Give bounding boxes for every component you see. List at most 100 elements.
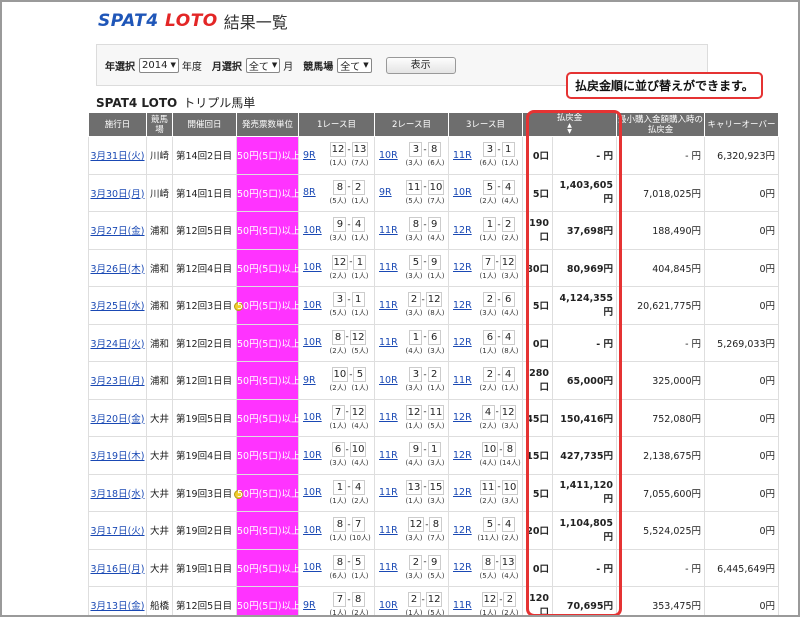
popularity-second: (1人)	[351, 571, 369, 580]
race-link[interactable]: 12R	[453, 337, 475, 348]
unit-cell: 50円(5口)以上	[236, 361, 301, 400]
dash: -	[499, 444, 503, 455]
race-r3-cell: 11R 2-4 (2人) (1人)	[448, 361, 523, 400]
race-link[interactable]: 9R	[303, 375, 325, 386]
sort-icon[interactable]: ▲ ▼	[567, 123, 572, 135]
race-link[interactable]: 11R	[379, 225, 401, 236]
race-r1-cell: 10R 3-1 (5人) (1人)	[298, 286, 375, 325]
horse-number-second: 8	[503, 442, 517, 458]
header-payout-sort[interactable]: 払戻金 ▲ ▼	[521, 112, 618, 137]
date-link[interactable]: 3月16日(月)	[90, 564, 144, 575]
table-row: 3月25日(水) 浦和 第12回3日目 50円(5口)以上 10R 3-1 (5人) (1人)…	[88, 286, 780, 325]
held-cell: 第19回3日目	[172, 473, 244, 512]
race-link[interactable]: 10R	[303, 487, 325, 498]
min-purchase-payout-cell: - 円	[616, 136, 706, 175]
race-link[interactable]: 9R	[303, 150, 325, 161]
unit-cell: 50円(5口)以上	[236, 323, 301, 362]
popularity-first: (3人)	[329, 459, 347, 468]
race-link[interactable]: 12R	[453, 300, 475, 311]
race-link[interactable]: 10R	[453, 187, 475, 198]
horse-number-second: 5	[353, 367, 367, 383]
venue-cell: 大井	[146, 398, 173, 437]
held-text: 第19回3日目	[176, 488, 233, 500]
popularity-first: (1人)	[329, 159, 347, 168]
payout-cell: 80,969円	[551, 248, 618, 287]
race-link[interactable]: 10R	[379, 600, 401, 611]
race-r2-cell: 10R 3-2 (3人) (1人)	[374, 361, 449, 400]
date-link[interactable]: 3月18日(水)	[90, 489, 144, 500]
popularity-second: (5人)	[351, 346, 369, 355]
date-link[interactable]: 3月13日(金)	[90, 601, 144, 612]
race-link[interactable]: 12R	[453, 487, 475, 498]
date-link[interactable]: 3月20日(金)	[90, 414, 144, 425]
popularity-first: (5人)	[329, 309, 347, 318]
race-link[interactable]: 11R	[379, 262, 401, 273]
race-link[interactable]: 11R	[379, 525, 401, 536]
race-link[interactable]: 10R	[303, 525, 325, 536]
popularity-first: (1人)	[405, 496, 423, 505]
race-link[interactable]: 11R	[379, 487, 401, 498]
date-link[interactable]: 3月31日(火)	[90, 151, 144, 162]
race-link[interactable]: 10R	[303, 337, 325, 348]
race-link[interactable]: 11R	[453, 600, 475, 611]
race-link[interactable]: 10R	[303, 412, 325, 423]
popularity-second: (5人)	[427, 609, 445, 617]
race-link[interactable]: 12R	[453, 412, 475, 423]
race-r2-cell: 10R 3-8 (3人) (6人)	[374, 136, 449, 175]
spat4-loto-logo[interactable]: SPAT4 LOTO	[98, 11, 218, 31]
race-link[interactable]: 10R	[303, 300, 325, 311]
race-link[interactable]: 11R	[453, 150, 475, 161]
date-link[interactable]: 3月19日(木)	[90, 451, 144, 462]
race-link[interactable]: 11R	[379, 450, 401, 461]
date-link[interactable]: 3月30日(月)	[90, 189, 144, 200]
race-r1-cell: 10R 12-1 (2人) (1人)	[298, 248, 375, 287]
race-link[interactable]: 10R	[379, 150, 401, 161]
horse-result: 8-5 (6人) (1人)	[327, 554, 371, 581]
horse-number-second: 12	[349, 404, 367, 420]
race-link[interactable]: 11R	[379, 300, 401, 311]
date-link[interactable]: 3月23日(月)	[90, 376, 144, 387]
race-r2-cell: 10R 2-12 (1人) (5人)	[374, 586, 449, 617]
logo-text-a: SPAT4	[98, 11, 159, 31]
race-link[interactable]: 9R	[379, 187, 401, 198]
race-link[interactable]: 11R	[453, 375, 475, 386]
horse-number-first: 4	[481, 404, 495, 420]
race-link[interactable]: 12R	[453, 450, 475, 461]
year-select[interactable]: 2014 ▼	[139, 57, 179, 73]
race-link[interactable]: 9R	[303, 600, 325, 611]
race-link[interactable]: 12R	[453, 562, 475, 573]
date-link[interactable]: 3月17日(火)	[90, 526, 144, 537]
popularity-second: (6人)	[427, 159, 445, 168]
race-link[interactable]: 10R	[379, 375, 401, 386]
horse-number-second: 8	[351, 592, 365, 608]
popularity-first: (1人)	[479, 346, 497, 355]
race-link[interactable]: 11R	[379, 337, 401, 348]
race-link[interactable]: 10R	[303, 262, 325, 273]
venue-select[interactable]: 全て ▼	[337, 57, 372, 73]
popularity-second: (1人)	[351, 196, 369, 205]
race-link[interactable]: 12R	[453, 262, 475, 273]
race-link[interactable]: 10R	[303, 450, 325, 461]
race-link[interactable]: 10R	[303, 562, 325, 573]
winning-count-cell: 20口	[522, 511, 553, 550]
horse-result: 12-11 (1人) (5人)	[403, 404, 447, 431]
date-link[interactable]: 3月27日(金)	[90, 226, 144, 237]
race-link[interactable]: 10R	[303, 225, 325, 236]
race-r1-cell: 10R 8-5 (6人) (1人)	[298, 548, 375, 587]
race-r1-cell: 9R 7-8 (1人) (2人)	[298, 586, 375, 615]
month-select[interactable]: 全て ▼	[245, 57, 281, 73]
held-text: 第19回2日目	[176, 526, 233, 538]
race-link[interactable]: 11R	[379, 412, 401, 423]
date-link[interactable]: 3月24日(火)	[90, 339, 144, 350]
show-button[interactable]: 表示	[385, 56, 456, 74]
date-link[interactable]: 3月26日(木)	[90, 264, 144, 275]
race-link[interactable]: 11R	[379, 562, 401, 573]
race-link[interactable]: 8R	[303, 187, 325, 198]
race-link[interactable]: 12R	[453, 525, 475, 536]
popularity-second: (2人)	[501, 609, 519, 617]
date-link[interactable]: 3月25日(水)	[90, 301, 144, 312]
venue-cell: 浦和	[146, 286, 173, 325]
section-subtitle: トリプル馬単	[183, 96, 256, 110]
race-link[interactable]: 12R	[453, 225, 475, 236]
horse-number-second: 12	[349, 329, 367, 345]
